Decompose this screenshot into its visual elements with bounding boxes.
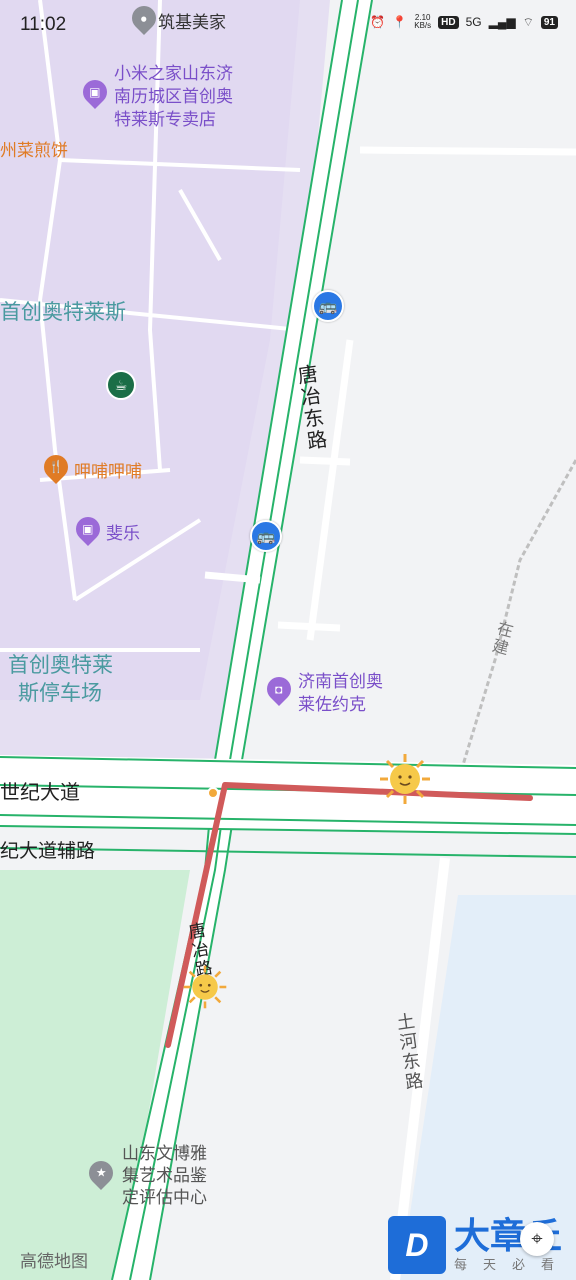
wifi-icon: ⌔	[522, 14, 534, 29]
amap-logo: 高德地图	[20, 1252, 88, 1271]
poi-bubu[interactable]: 呷哺呷哺	[74, 457, 142, 482]
area-outlets: 首创奥特莱斯	[0, 301, 126, 324]
poi-art-line2: 集艺术品鉴	[122, 1166, 207, 1185]
net-speed: 2.10 KB/s	[414, 14, 431, 30]
locate-me-button[interactable]: ⌖	[520, 1222, 554, 1256]
status-bar: 11:02 ⏰ 📍 2.10 KB/s HD 5G ▂▄▆ ⌔ 91	[0, 0, 576, 56]
poi-feile[interactable]: 斐乐	[106, 519, 140, 544]
signal-icon: ▂▄▆	[488, 15, 516, 29]
poi-xiaomi[interactable]: 小米之家山东济 南历城区首创奥 特莱斯专卖店	[114, 62, 233, 131]
area-parking: 首创奥特莱 斯停车场	[8, 652, 113, 708]
poi-levis-line1: 济南首创奥	[298, 672, 383, 691]
location-icon: 📍	[392, 15, 408, 29]
poi-zhuji[interactable]: 筑基美家	[158, 8, 226, 33]
status-time: 11:02	[20, 14, 67, 35]
starbucks-icon[interactable]: ☕	[106, 370, 136, 400]
road-century-aux: 纪大道辅路	[0, 841, 96, 862]
poi-art-line1: 山东文博雅	[122, 1144, 207, 1163]
poi-art[interactable]: 山东文博雅 集艺术品鉴 定评估中心	[122, 1143, 207, 1209]
alarm-icon: ⏰	[370, 15, 386, 29]
status-icons: ⏰ 📍 2.10 KB/s HD 5G ▂▄▆ ⌔ 91	[370, 14, 558, 30]
route-start-dot	[207, 787, 219, 799]
sun-weather-icon[interactable]	[182, 964, 228, 1010]
hd-badge: HD	[438, 15, 459, 29]
poi-art-line3: 定评估中心	[122, 1188, 207, 1207]
net-speed-unit: KB/s	[414, 21, 432, 30]
poi-jianbing[interactable]: 州菜煎饼	[0, 136, 68, 161]
poi-xiaomi-line3: 特莱斯专卖店	[114, 110, 216, 129]
poi-xiaomi-line1: 小米之家山东济	[114, 64, 233, 83]
parking-line2: 斯停车场	[18, 682, 102, 705]
road-century: 世纪大道	[0, 782, 80, 804]
battery-level: 91	[540, 15, 558, 29]
poi-xiaomi-line2: 南历城区首创奥	[114, 87, 233, 106]
bus-stop-icon[interactable]: 🚌	[312, 290, 344, 322]
watermark-logo-icon: D	[387, 1216, 446, 1274]
watermark-sub: 每天必看	[453, 1256, 570, 1272]
bus-stop-icon[interactable]: 🚌	[250, 520, 282, 552]
construction-line	[461, 459, 576, 766]
poi-levis[interactable]: 济南首创奥 莱佐约克	[298, 670, 383, 716]
poi-levis-line2: 莱佐约克	[298, 695, 366, 714]
network-type: 5G	[465, 15, 482, 29]
parking-line1: 首创奥特莱	[8, 654, 113, 677]
sun-weather-icon[interactable]	[378, 752, 432, 806]
